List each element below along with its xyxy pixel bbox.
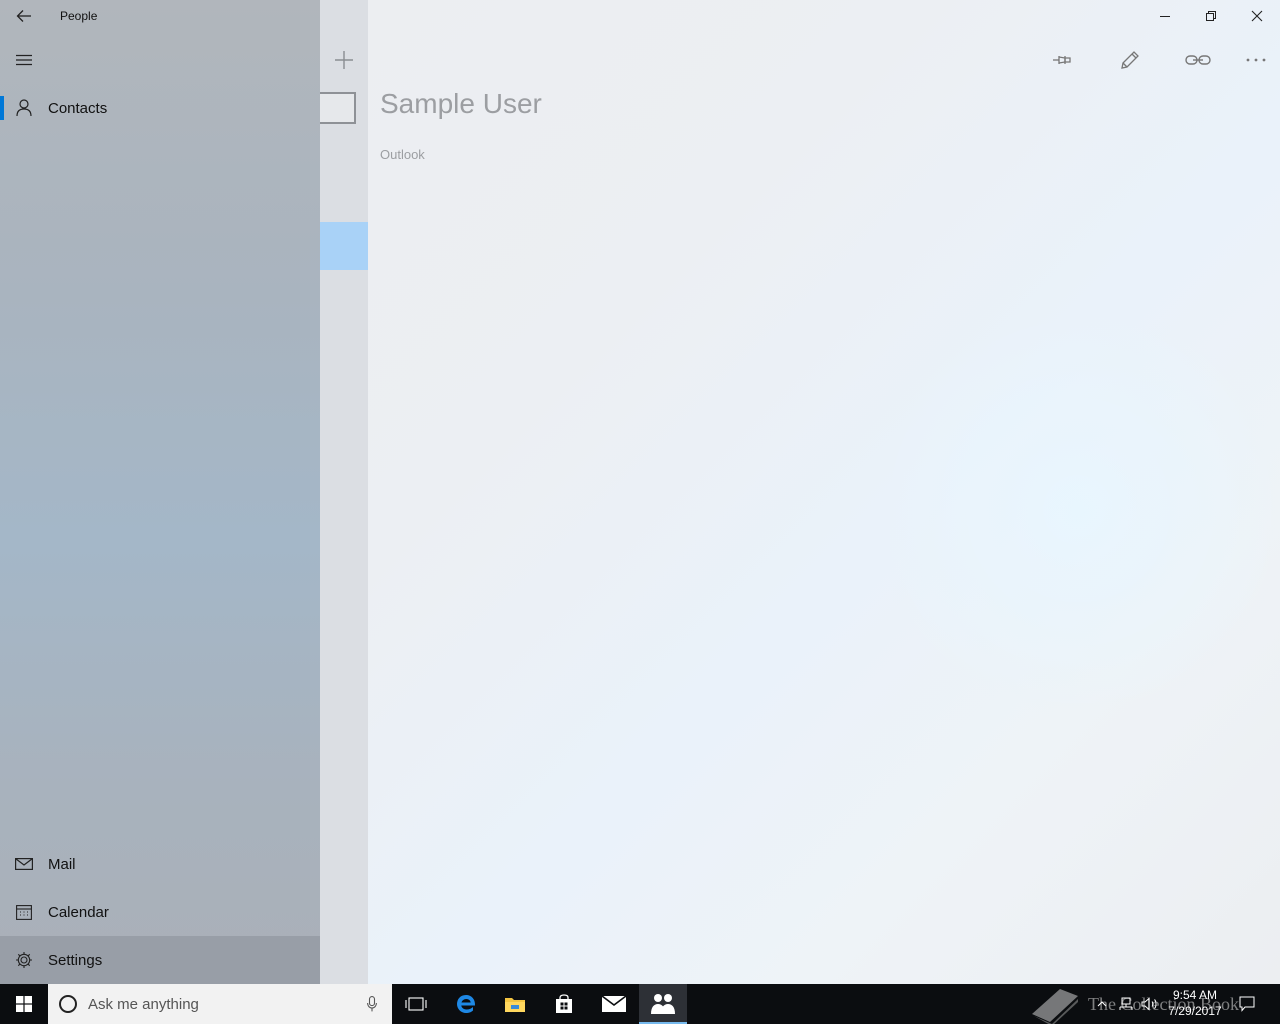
minimize-button[interactable] (1142, 0, 1188, 32)
calendar-icon (0, 904, 48, 920)
gear-icon (0, 951, 48, 969)
contact-detail-pane (368, 0, 1280, 984)
contacts-list-pane (320, 0, 368, 984)
task-view-icon (405, 997, 427, 1011)
menu-button[interactable] (0, 40, 48, 80)
notification-icon (1239, 996, 1255, 1012)
more-icon (1246, 58, 1266, 62)
people-app-button[interactable] (639, 984, 687, 1024)
file-explorer-icon (505, 998, 525, 1012)
clock-time: 9:54 AM (1172, 988, 1218, 1002)
start-button[interactable] (0, 984, 48, 1024)
nav-item-settings[interactable]: Settings (0, 936, 320, 984)
nav-item-label: Contacts (48, 99, 108, 117)
link-icon (1185, 55, 1211, 65)
close-button[interactable] (1234, 0, 1280, 32)
mail-app-button[interactable] (590, 984, 638, 1024)
navigation-pane: People Contacts Mail Calendar Settings (0, 0, 320, 984)
minimize-icon (1160, 16, 1170, 17)
file-explorer-button[interactable] (491, 984, 539, 1024)
clock[interactable]: 9:54 AM 7/29/2017 (1160, 987, 1230, 1019)
background-glow (868, 300, 1280, 720)
edit-button[interactable] (1106, 40, 1154, 80)
nav-item-mail[interactable]: Mail (0, 840, 320, 888)
people-icon (651, 994, 675, 1014)
edge-button[interactable] (442, 984, 490, 1024)
store-icon (556, 994, 572, 1013)
taskbar-search-box[interactable]: Ask me anything (48, 984, 392, 1024)
nav-item-label: Calendar (48, 903, 109, 921)
title-bar: People (0, 0, 320, 32)
windows-logo-icon (16, 996, 32, 1012)
close-icon (1251, 10, 1263, 22)
plus-icon (335, 51, 353, 69)
taskbar: Ask me anything The Collection Book 9:54… (0, 984, 1280, 1024)
volume-button[interactable] (1140, 984, 1160, 1024)
hamburger-icon (16, 54, 32, 66)
nav-item-label: Settings (48, 951, 103, 969)
chevron-up-icon (1097, 1001, 1107, 1007)
nav-item-calendar[interactable]: Calendar (0, 888, 320, 936)
nav-item-label: Mail (48, 855, 76, 873)
edge-icon (457, 995, 476, 1013)
selected-contact-row[interactable] (320, 222, 368, 270)
add-contact-button[interactable] (320, 40, 368, 80)
cortana-icon (48, 994, 88, 1014)
microphone-icon[interactable] (352, 996, 392, 1012)
speaker-icon (1141, 997, 1157, 1011)
more-button[interactable] (1232, 40, 1280, 80)
show-hidden-icons-button[interactable] (1094, 984, 1110, 1024)
clock-date: 7/29/2017 (1168, 1004, 1222, 1018)
mail-icon (602, 996, 626, 1012)
pin-icon (1053, 56, 1071, 64)
action-center-button[interactable] (1234, 984, 1260, 1024)
network-button[interactable] (1116, 984, 1136, 1024)
book-logo-icon (1032, 989, 1078, 1024)
back-arrow-icon (16, 10, 31, 22)
task-view-button[interactable] (392, 984, 440, 1024)
search-placeholder: Ask me anything (88, 995, 199, 1013)
contact-source: Outlook (380, 147, 425, 162)
restore-icon (1206, 11, 1216, 21)
back-button[interactable] (0, 0, 48, 32)
pin-button[interactable] (1038, 40, 1086, 80)
link-button[interactable] (1174, 40, 1222, 80)
contact-name: Sample User (380, 88, 542, 119)
app-title: People (60, 9, 98, 23)
mail-icon (0, 858, 48, 870)
network-icon (1119, 997, 1133, 1010)
edit-icon (1121, 51, 1139, 69)
restore-button[interactable] (1188, 0, 1234, 32)
store-button[interactable] (540, 984, 588, 1024)
nav-item-contacts[interactable]: Contacts (0, 84, 320, 132)
search-contacts-input[interactable] (320, 92, 356, 124)
person-icon (0, 99, 48, 117)
